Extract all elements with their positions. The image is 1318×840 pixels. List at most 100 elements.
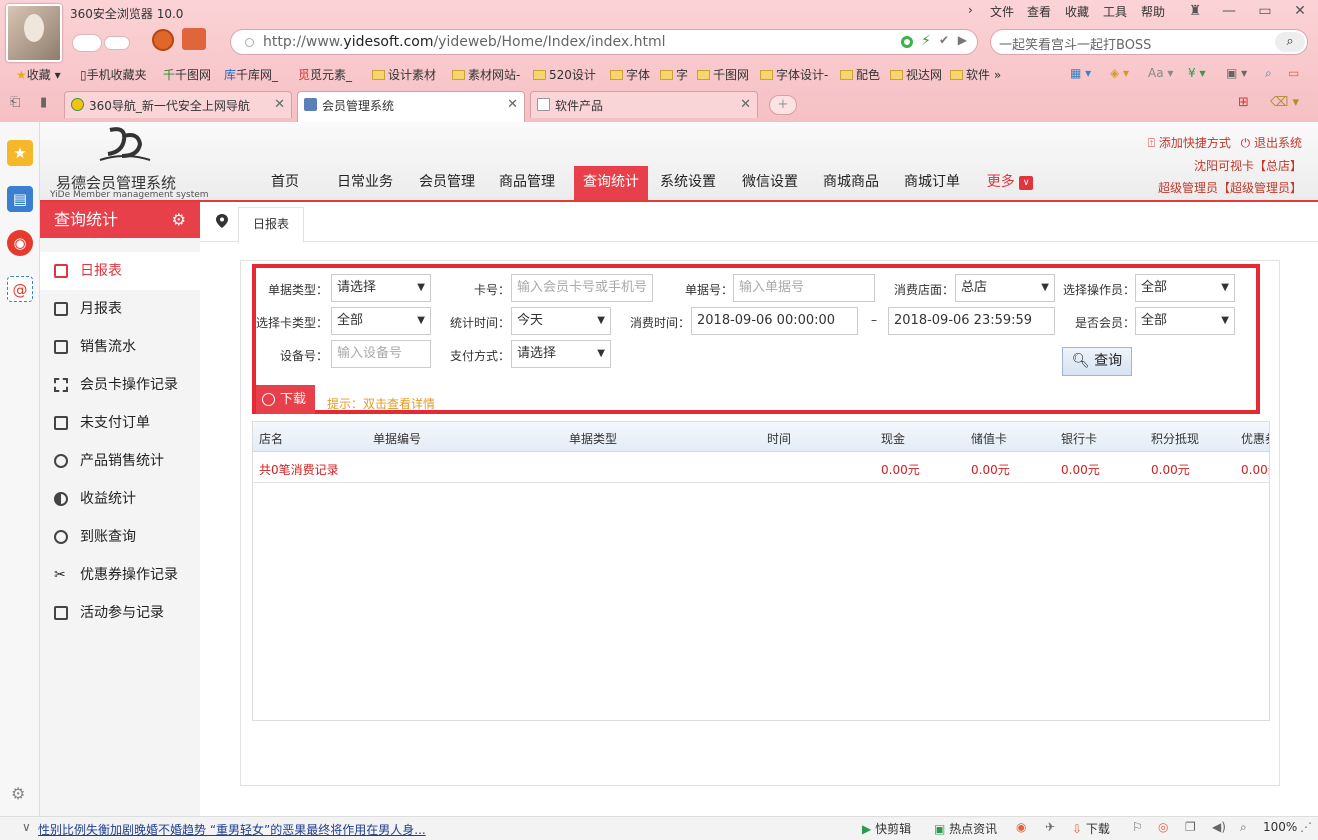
- doc-type-select[interactable]: 请选择 ▼: [331, 274, 431, 302]
- url-text[interactable]: http://www.yidesoft.com/yideweb/Home/Ind…: [263, 34, 666, 50]
- nav-home[interactable]: 首页: [262, 166, 308, 200]
- menu-view[interactable]: 查看: [1027, 3, 1051, 20]
- add-shortcut-link[interactable]: 添加快捷方式: [1159, 136, 1231, 150]
- zoom-icon[interactable]: ⌕: [1240, 820, 1247, 835]
- menu-tools[interactable]: 工具: [1103, 3, 1127, 20]
- screenshot-icon[interactable]: ▣ ▾: [1226, 66, 1247, 80]
- nav-more[interactable]: 更多 ∨: [982, 166, 1038, 200]
- volume-icon[interactable]: ◀): [1212, 820, 1226, 834]
- forward-icon[interactable]: [104, 36, 130, 50]
- stat-time-select[interactable]: 今天 ▼: [511, 307, 611, 335]
- sidebar-item-unpaid-orders[interactable]: 未支付订单: [40, 404, 200, 442]
- card-number-input[interactable]: 输入会员卡号或手机号: [511, 274, 653, 302]
- trash-icon[interactable]: ⌫ ▾: [1270, 95, 1299, 110]
- bookmark-folder-3[interactable]: 520设计: [533, 66, 596, 83]
- close-window-button[interactable]: ✕: [1285, 0, 1315, 24]
- pin-icon[interactable]: ✈: [1045, 820, 1055, 834]
- sidebar-item-coupon-operations[interactable]: ✂ 优惠券操作记录: [40, 556, 200, 594]
- col-doc-type[interactable]: 单据类型: [569, 430, 617, 447]
- nav-member-management[interactable]: 会员管理: [414, 166, 480, 200]
- home-icon[interactable]: [182, 28, 206, 50]
- bookmark-folder-10[interactable]: 软件 »: [950, 66, 1001, 83]
- card-type-select[interactable]: 全部 ▼: [331, 307, 431, 335]
- apps-icon[interactable]: ▦ ▾: [1070, 66, 1091, 80]
- settings-icon[interactable]: ⚙: [11, 784, 25, 803]
- nav-wechat-settings[interactable]: 微信设置: [737, 166, 803, 200]
- collapse-icon[interactable]: ∨: [22, 820, 31, 834]
- bookmark-miyuansu[interactable]: 觅觅元素_: [298, 66, 352, 83]
- back-icon[interactable]: [72, 34, 102, 52]
- sidebar-item-sales-flow[interactable]: 销售流水: [40, 328, 200, 366]
- col-bank-card[interactable]: 银行卡: [1061, 430, 1097, 447]
- bookmark-folder-7[interactable]: 字体设计-: [760, 66, 828, 83]
- logout-link[interactable]: 退出系统: [1254, 136, 1302, 150]
- col-doc-no[interactable]: 单据编号: [373, 430, 421, 447]
- nav-product-management[interactable]: 商品管理: [494, 166, 560, 200]
- tab-360-nav[interactable]: 360导航_新一代安全上网导航 ✕: [64, 91, 292, 118]
- tab-list-icon[interactable]: ⊞: [1238, 95, 1249, 110]
- bookmark-folder-2[interactable]: 素材网站-: [452, 66, 520, 83]
- window-icon[interactable]: ❐: [1185, 820, 1196, 834]
- sidebar-item-arrival-query[interactable]: 到账查询: [40, 518, 200, 556]
- skin-icon[interactable]: ♜: [1180, 0, 1210, 24]
- tab-software-products[interactable]: 软件产品 ✕: [530, 91, 758, 118]
- accelerate-icon[interactable]: ◎: [1158, 820, 1168, 834]
- news-ticker-link[interactable]: 性别比例失衡加剧晚婚不婚趋势 “重男轻女”的恶果最终将作用在男人身...: [38, 821, 426, 838]
- download-button[interactable]: 下载: [256, 385, 315, 414]
- gear-icon[interactable]: ⚙: [172, 202, 186, 238]
- pay-method-select[interactable]: 请选择 ▼: [511, 340, 611, 368]
- tab-daily-report[interactable]: 日报表: [238, 207, 304, 243]
- new-tab-button[interactable]: +: [769, 95, 797, 115]
- start-time-input[interactable]: 2018-09-06 00:00:00: [691, 307, 858, 335]
- hot-news-button[interactable]: ▣ 热点资讯: [934, 820, 997, 837]
- zoom-icon[interactable]: ⌕: [1265, 66, 1272, 81]
- sidebar-item-card-operations[interactable]: 会员卡操作记录: [40, 366, 200, 404]
- menu-favorites[interactable]: 收藏: [1065, 3, 1089, 20]
- sidebar-item-revenue-stats[interactable]: 收益统计: [40, 480, 200, 518]
- col-stored-card[interactable]: 储值卡: [971, 430, 1007, 447]
- is-member-select[interactable]: 全部 ▼: [1135, 307, 1235, 335]
- bookmark-favorites[interactable]: ★收藏 ▾: [16, 66, 61, 83]
- tab-close-icon[interactable]: ✕: [507, 97, 518, 112]
- user-avatar[interactable]: [6, 4, 62, 62]
- nav-query-stats[interactable]: 查询统计: [574, 166, 648, 200]
- minimize-button[interactable]: —: [1214, 0, 1244, 24]
- dropdown-icon[interactable]: ✔: [939, 33, 949, 47]
- tab-member-system[interactable]: 会员管理系统 ✕: [297, 91, 525, 122]
- query-button[interactable]: 🔍︎ 查询: [1062, 347, 1132, 376]
- operator-select[interactable]: 全部 ▼: [1135, 274, 1235, 302]
- col-cash[interactable]: 现金: [881, 430, 905, 447]
- bookmark-mobile[interactable]: ▯手机收藏夹: [80, 66, 147, 83]
- mail-icon[interactable]: @: [7, 276, 33, 302]
- nav-mall-products[interactable]: 商城商品: [818, 166, 884, 200]
- nav-system-settings[interactable]: 系统设置: [655, 166, 721, 200]
- page-info-icon[interactable]: [245, 38, 254, 47]
- lightning-icon[interactable]: ⚡: [921, 33, 931, 49]
- bookmark-folder-1[interactable]: 设计素材: [372, 66, 436, 83]
- tab-close-icon[interactable]: ✕: [740, 97, 751, 112]
- bookmark-qiantu[interactable]: 千千图网: [163, 66, 211, 83]
- col-coupon[interactable]: 优惠券: [1241, 430, 1269, 447]
- quick-edit-button[interactable]: ▶ 快剪辑: [862, 820, 911, 837]
- translate-icon[interactable]: Aa ▾: [1148, 66, 1173, 80]
- nav-daily-business[interactable]: 日常业务: [332, 166, 398, 200]
- resize-grip-icon[interactable]: ⋰: [1300, 820, 1312, 834]
- menu-file[interactable]: 文件: [990, 3, 1014, 20]
- bookmark-folder-6[interactable]: 千图网: [697, 66, 749, 83]
- sidebar-item-daily-report[interactable]: 日报表: [40, 252, 200, 290]
- maximize-button[interactable]: ▭: [1250, 0, 1280, 24]
- tab-restore-icon[interactable]: ⎗: [10, 95, 20, 110]
- speed-icon[interactable]: ◉: [1016, 820, 1026, 834]
- sidebar-item-monthly-report[interactable]: 月报表: [40, 290, 200, 328]
- sidebar-toggle-icon[interactable]: ▮: [40, 95, 47, 110]
- weibo-icon[interactable]: ◉: [7, 230, 33, 256]
- flag-icon[interactable]: ⚐: [1132, 820, 1143, 834]
- tv-icon[interactable]: ▭: [1288, 66, 1299, 80]
- bookmark-qianku[interactable]: 库千库网_: [224, 66, 278, 83]
- store-select[interactable]: 总店 ▼: [955, 274, 1055, 302]
- go-icon[interactable]: ▶: [958, 33, 967, 47]
- sidebar-item-product-sales[interactable]: 产品销售统计: [40, 442, 200, 480]
- device-input[interactable]: 输入设备号: [331, 340, 431, 368]
- refresh-icon[interactable]: [152, 29, 174, 51]
- chevron-icon[interactable]: ›: [968, 3, 973, 17]
